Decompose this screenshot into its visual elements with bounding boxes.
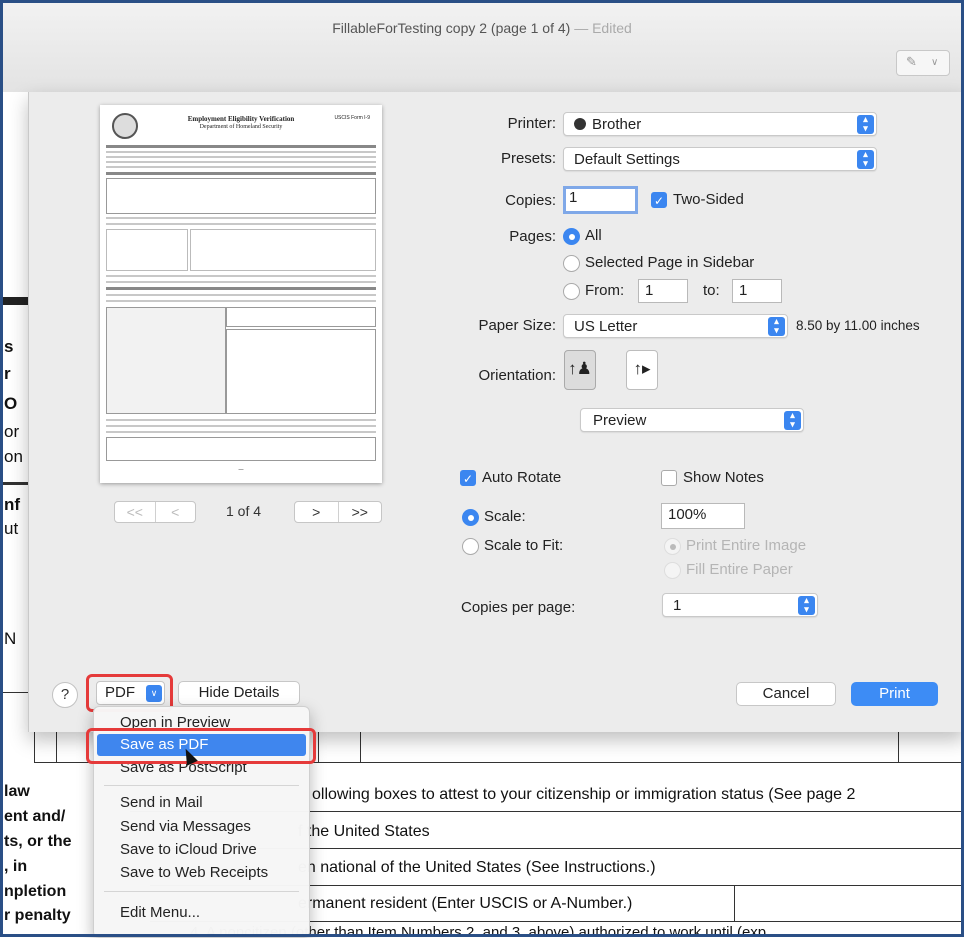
window-titlebar: FillableForTesting copy 2 (page 1 of 4) … (0, 0, 964, 93)
doc-fragment: O (4, 394, 18, 413)
pages-range-radio[interactable] (563, 283, 580, 300)
auto-rotate-checkbox[interactable]: ✓ (460, 470, 476, 486)
copies-per-page-label: Copies per page: (461, 599, 576, 616)
document-title: FillableForTesting copy 2 (page 1 of 4) (332, 20, 571, 36)
page-nav-forward[interactable]: > >> (294, 501, 382, 523)
doc-fragment: , in (4, 858, 28, 875)
next-page-button[interactable]: > (295, 502, 338, 522)
two-sided-label: Two-Sided (673, 191, 744, 208)
presets-popup[interactable]: Default Settings ▴ ▾ (563, 147, 877, 171)
fill-entire-paper-radio[interactable] (664, 562, 681, 579)
edited-label: — Edited (574, 20, 632, 36)
copies-per-page-popup[interactable]: 1 ▴ ▾ (662, 593, 818, 617)
pages-label: Pages: (509, 228, 556, 245)
doc-fragment: r penalty (4, 907, 71, 924)
doc-fragment: npletion (4, 883, 67, 900)
doc-fragment: ut (4, 519, 19, 538)
landscape-icon[interactable]: ↑▸ (626, 350, 658, 390)
show-notes-checkbox[interactable] (661, 470, 677, 486)
pages-to-label: to: (703, 282, 720, 299)
copies-field[interactable]: 1 (563, 186, 638, 214)
markup-button[interactable]: ✎ ∨ (896, 50, 950, 76)
hide-details-button[interactable]: Hide Details (178, 681, 300, 705)
first-page-button[interactable]: << (115, 502, 155, 522)
help-button[interactable]: ? (52, 682, 78, 708)
print-section-value: Preview (593, 412, 647, 429)
presets-value: Default Settings (574, 151, 680, 168)
last-page-button[interactable]: >> (337, 502, 382, 522)
show-notes-label: Show Notes (683, 469, 764, 486)
menu-item-save-to-web-receipts[interactable]: Save to Web Receipts (94, 862, 309, 884)
pages-selected-radio[interactable] (563, 255, 580, 272)
pages-selected-label: Selected Page in Sidebar (585, 254, 755, 271)
updown-chevron-icon: ▴ ▾ (857, 150, 874, 169)
pages-from-field[interactable]: 1 (638, 279, 688, 303)
scale-radio[interactable] (462, 509, 479, 526)
pages-from-label: From: (585, 282, 625, 299)
menu-item-edit-menu[interactable]: Edit Menu... (94, 902, 309, 924)
doc-fragment: on (4, 447, 23, 466)
scale-to-fit-label: Scale to Fit: (484, 537, 564, 554)
scale-label: Scale: (484, 508, 526, 525)
paper-size-dimensions: 8.50 by 11.00 inches (796, 318, 920, 333)
two-sided-checkbox[interactable]: ✓ (651, 192, 667, 208)
doc-line: ollowing boxes to attest to your citizen… (312, 786, 856, 803)
auto-rotate-label: Auto Rotate (482, 469, 562, 486)
doc-fragment: nf (4, 495, 21, 514)
page-nav-back[interactable]: << < (114, 501, 196, 523)
doc-fragment: s (4, 337, 14, 356)
previous-page-button[interactable]: < (154, 502, 196, 522)
pen-icon: ✎ (906, 54, 917, 69)
doc-line: f the United States (298, 823, 430, 840)
save-as-pdf-highlight (86, 728, 316, 764)
paper-size-popup[interactable]: US Letter ▴ ▾ (563, 314, 788, 338)
thumbnail-footer: — (238, 467, 244, 473)
pages-all-radio[interactable] (563, 228, 580, 245)
copies-per-page-value: 1 (673, 597, 682, 614)
cancel-button[interactable]: Cancel (736, 682, 836, 706)
print-button[interactable]: Print (851, 682, 938, 706)
pages-all-label: All (585, 227, 602, 244)
fill-entire-paper-label: Fill Entire Paper (686, 561, 793, 578)
thumbnail-form-id: USCIS Form I-9 (334, 115, 370, 121)
updown-chevron-icon: ▴ ▾ (798, 596, 815, 615)
doc-line: en national of the United States (See In… (298, 859, 656, 876)
menu-item-send-in-mail[interactable]: Send in Mail (94, 792, 309, 814)
doc-fragment: r (4, 364, 11, 383)
window-title: FillableForTesting copy 2 (page 1 of 4) … (0, 20, 964, 36)
doc-line: ermanent resident (Enter USCIS or A-Numb… (298, 895, 633, 912)
doc-fragment: N (4, 629, 17, 648)
menu-item-send-via-messages[interactable]: Send via Messages (94, 816, 309, 838)
scale-field[interactable]: 100% (661, 503, 745, 529)
orientation-label: Orientation: (478, 367, 556, 384)
updown-chevron-icon: ▴ ▾ (784, 411, 801, 430)
thumbnail-subtitle: Department of Homeland Security (199, 124, 283, 130)
printer-label: Printer: (507, 115, 556, 132)
presets-label: Presets: (500, 150, 556, 167)
printer-value: Brother (592, 116, 642, 133)
paper-size-value: US Letter (574, 318, 638, 335)
print-entire-image-radio[interactable] (664, 538, 681, 555)
menu-item-save-to-icloud-drive[interactable]: Save to iCloud Drive (94, 839, 309, 861)
doc-fragment: ent and/ (4, 808, 66, 825)
pages-to-field[interactable]: 1 (732, 279, 782, 303)
doc-fragment: law (4, 783, 30, 800)
scale-to-fit-radio[interactable] (462, 538, 479, 555)
print-entire-image-label: Print Entire Image (686, 537, 807, 554)
chevron-down-icon: ∨ (931, 57, 939, 68)
doc-fragment: or (4, 422, 20, 441)
print-section-popup[interactable]: Preview ▴ ▾ (580, 408, 804, 432)
updown-chevron-icon: ▴ ▾ (768, 317, 785, 336)
copies-label: Copies: (505, 192, 556, 209)
printer-status-icon (574, 118, 586, 130)
updown-chevron-icon: ▴ ▾ (857, 115, 874, 134)
doc-fragment: ts, or the (4, 833, 72, 850)
page-indicator: 1 of 4 (226, 503, 262, 519)
printer-popup[interactable]: Brother ▴ ▾ (563, 112, 877, 136)
portrait-icon[interactable]: ↑♟ (564, 350, 596, 390)
paper-size-label: Paper Size: (478, 317, 556, 334)
page-preview-thumbnail: Employment Eligibility Verification Depa… (100, 105, 382, 483)
